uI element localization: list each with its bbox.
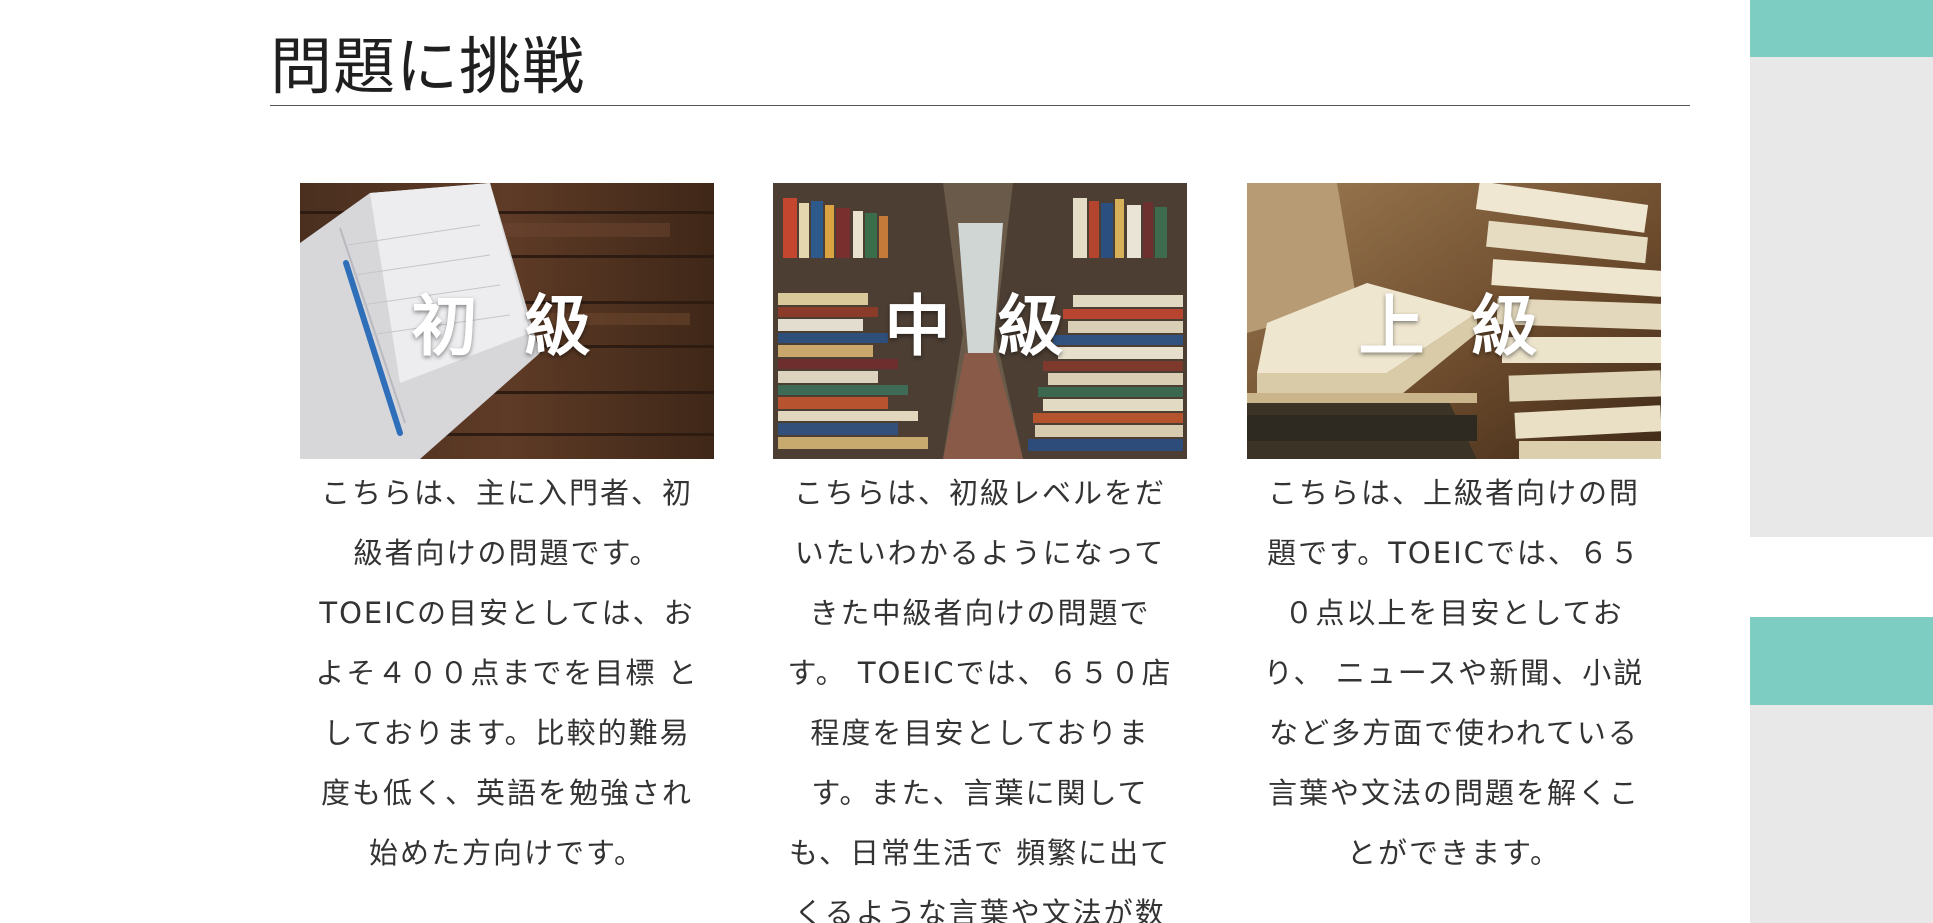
sidebar-accent-bottom xyxy=(1750,617,1933,705)
sidebar-panel-top xyxy=(1750,57,1933,537)
page: 問題に挑戦 初 級 こちらは、主に入門者、初級者向けの問題です。TOEICの目安… xyxy=(0,0,1933,923)
intermediate-description: こちらは、初級レベルをだいたいわかるようになってきた中級者向けの問題です。 TO… xyxy=(787,476,1173,923)
card-advanced: 上 級 こちらは、上級者向けの問題です。TOEICでは、６５０点以上を目安として… xyxy=(1247,183,1661,883)
advanced-label: 上 級 xyxy=(1358,288,1550,365)
section-title: 問題に挑戦 xyxy=(270,30,586,103)
advanced-image-link[interactable]: 上 級 xyxy=(1247,183,1661,459)
beginner-description: こちらは、主に入門者、初級者向けの問題です。TOEICの目安としては、およそ４０… xyxy=(315,476,699,870)
intermediate-image-link[interactable]: 中 級 xyxy=(773,183,1187,459)
card-beginner: 初 級 こちらは、主に入門者、初級者向けの問題です。TOEICの目安としては、お… xyxy=(300,183,714,883)
card-intermediate: 中 級 こちらは、初級レベルをだいたいわかるようになってきた中級者向けの問題です… xyxy=(773,183,1187,923)
beginner-image-link[interactable]: 初 級 xyxy=(300,183,714,459)
advanced-description: こちらは、上級者向けの問題です。TOEICでは、６５０点以上を目安としており、 … xyxy=(1263,476,1645,870)
sidebar-accent-top xyxy=(1750,0,1933,57)
beginner-label: 初 級 xyxy=(411,288,603,365)
title-divider xyxy=(270,105,1690,106)
sidebar-panel-bottom xyxy=(1750,705,1933,923)
intermediate-label: 中 級 xyxy=(884,288,1076,365)
